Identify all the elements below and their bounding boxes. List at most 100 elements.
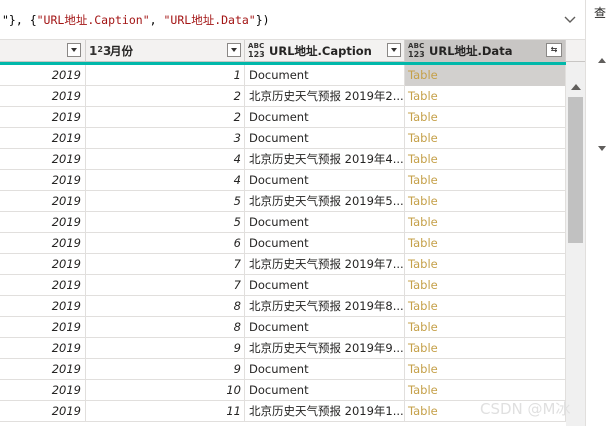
cell-caption[interactable]: 北京历史天气预报 2019年4... [245, 149, 405, 170]
cell-year[interactable]: 2019 [0, 380, 86, 401]
cell-month[interactable]: 5 [86, 191, 245, 212]
table-row[interactable]: 2019 9 Document Table [0, 359, 566, 380]
table-row[interactable]: 2019 6 Document Table [0, 233, 566, 254]
table-row[interactable]: 2019 8 北京历史天气预报 2019年8... Table [0, 296, 566, 317]
cell-caption[interactable]: 北京历史天气预报 2019年1... [245, 401, 405, 422]
cell-caption[interactable]: Document [245, 128, 405, 149]
cell-year[interactable]: 2019 [0, 254, 86, 275]
cell-year[interactable]: 2019 [0, 128, 86, 149]
cell-year[interactable]: 2019 [0, 191, 86, 212]
cell-month[interactable]: 1 [86, 65, 245, 86]
cell-table-link[interactable]: Table [405, 65, 566, 86]
cell-month[interactable]: 9 [86, 359, 245, 380]
cell-year[interactable]: 2019 [0, 317, 86, 338]
cell-year[interactable]: 2019 [0, 338, 86, 359]
table-row[interactable]: 2019 8 Document Table [0, 317, 566, 338]
cell-year[interactable]: 2019 [0, 65, 86, 86]
table-row[interactable]: 2019 5 Document Table [0, 212, 566, 233]
cell-month[interactable]: 7 [86, 275, 245, 296]
cell-table-link[interactable]: Table [405, 359, 566, 380]
cell-month[interactable]: 2 [86, 86, 245, 107]
cell-year[interactable]: 2019 [0, 359, 86, 380]
cell-month[interactable]: 4 [86, 149, 245, 170]
cell-year[interactable]: 2019 [0, 107, 86, 128]
cell-caption[interactable]: Document [245, 107, 405, 128]
cell-month[interactable]: 2 [86, 107, 245, 128]
formula-text[interactable]: "}, {"URL地址.Caption", "URL地址.Data"}) [2, 12, 270, 28]
cell-caption[interactable]: 北京历史天气预报 2019年8... [245, 296, 405, 317]
cell-table-link[interactable]: Table [405, 296, 566, 317]
cell-table-link[interactable]: Table [405, 107, 566, 128]
cell-table-link[interactable]: Table [405, 212, 566, 233]
table-row[interactable]: 2019 1 Document Table [0, 65, 566, 86]
cell-caption[interactable]: 北京历史天气预报 2019年7... [245, 254, 405, 275]
cell-year[interactable]: 2019 [0, 86, 86, 107]
cell-year[interactable]: 2019 [0, 149, 86, 170]
table-row[interactable]: 2019 9 北京历史天气预报 2019年9... Table [0, 338, 566, 359]
cell-month[interactable]: 8 [86, 296, 245, 317]
cell-year[interactable]: 2019 [0, 401, 86, 422]
cell-table-link[interactable]: Table [405, 191, 566, 212]
chevron-down-icon[interactable] [560, 10, 580, 30]
cell-caption[interactable]: Document [245, 275, 405, 296]
cell-year[interactable]: 2019 [0, 296, 86, 317]
cell-caption[interactable]: 北京历史天气预报 2019年5... [245, 191, 405, 212]
cell-month[interactable]: 7 [86, 254, 245, 275]
vertical-scrollbar[interactable] [566, 62, 585, 426]
cell-caption[interactable]: Document [245, 380, 405, 401]
cell-caption[interactable]: Document [245, 65, 405, 86]
table-row[interactable]: 2019 4 北京历史天气预报 2019年4... Table [0, 149, 566, 170]
any-type-icon[interactable]: ABC 123 [408, 42, 428, 59]
cell-month[interactable]: 3 [86, 128, 245, 149]
cell-table-link[interactable]: Table [405, 275, 566, 296]
cell-table-link[interactable]: Table [405, 149, 566, 170]
cell-caption[interactable]: Document [245, 317, 405, 338]
cell-caption[interactable]: Document [245, 233, 405, 254]
cell-table-link[interactable]: Table [405, 317, 566, 338]
text-type-icon[interactable]: ABC 123 [248, 42, 268, 59]
cell-caption[interactable]: Document [245, 359, 405, 380]
formula-bar[interactable]: "}, {"URL地址.Caption", "URL地址.Data"}) [0, 0, 585, 40]
table-row[interactable]: 2019 7 Document Table [0, 275, 566, 296]
cell-year[interactable]: 2019 [0, 275, 86, 296]
cell-table-link[interactable]: Table [405, 338, 566, 359]
column-header-data[interactable]: ABC 123 URL地址.Data ⇆ [405, 40, 566, 61]
cell-month[interactable]: 11 [86, 401, 245, 422]
table-row[interactable]: 2019 2 Document Table [0, 107, 566, 128]
table-row[interactable]: 2019 4 Document Table [0, 170, 566, 191]
cell-table-link[interactable]: Table [405, 128, 566, 149]
scroll-up-icon[interactable] [571, 84, 581, 90]
integer-type-icon[interactable]: 123 [89, 42, 111, 59]
cell-year[interactable]: 2019 [0, 233, 86, 254]
cell-month[interactable]: 4 [86, 170, 245, 191]
cell-caption[interactable]: Document [245, 212, 405, 233]
cell-year[interactable]: 2019 [0, 212, 86, 233]
column-header-month[interactable]: 123 月份 [86, 40, 245, 61]
table-row[interactable]: 2019 2 北京历史天气预报 2019年2... Table [0, 86, 566, 107]
scrollbar-thumb[interactable] [568, 97, 583, 243]
collapse-down-icon[interactable] [598, 146, 606, 151]
cell-caption[interactable]: Document [245, 170, 405, 191]
table-row[interactable]: 2019 5 北京历史天气预报 2019年5... Table [0, 191, 566, 212]
column-header-year[interactable] [0, 40, 86, 61]
cell-table-link[interactable]: Table [405, 233, 566, 254]
table-row[interactable]: 2019 7 北京历史天气预报 2019年7... Table [0, 254, 566, 275]
cell-caption[interactable]: 北京历史天气预报 2019年9... [245, 338, 405, 359]
cell-table-link[interactable]: Table [405, 170, 566, 191]
expand-columns-icon[interactable]: ⇆ [546, 43, 562, 57]
table-row[interactable]: 2019 3 Document Table [0, 128, 566, 149]
cell-month[interactable]: 8 [86, 317, 245, 338]
column-header-caption[interactable]: ABC 123 URL地址.Caption [245, 40, 405, 61]
filter-dropdown-icon[interactable] [67, 43, 81, 57]
cell-caption[interactable]: 北京历史天气预报 2019年2... [245, 86, 405, 107]
cell-month[interactable]: 9 [86, 338, 245, 359]
cell-month[interactable]: 5 [86, 212, 245, 233]
cell-month[interactable]: 10 [86, 380, 245, 401]
cell-table-link[interactable]: Table [405, 254, 566, 275]
cell-table-link[interactable]: Table [405, 86, 566, 107]
filter-dropdown-icon[interactable] [387, 43, 401, 57]
filter-dropdown-icon[interactable] [227, 43, 241, 57]
cell-month[interactable]: 6 [86, 233, 245, 254]
cell-year[interactable]: 2019 [0, 170, 86, 191]
collapse-up-icon[interactable] [598, 58, 606, 63]
